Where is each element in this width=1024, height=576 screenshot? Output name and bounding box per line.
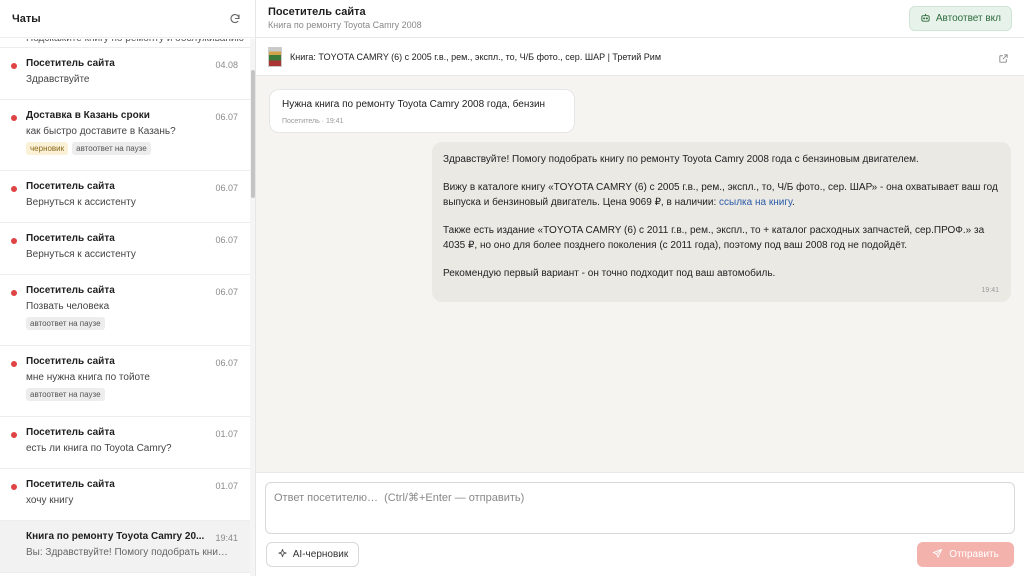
chat-item-name: Посетитель сайта	[26, 181, 115, 192]
chat-list-item[interactable]: Посетитель сайта 06.07 Вернуться к ассис…	[0, 223, 250, 275]
chat-list-item[interactable]: Посетитель сайта 04.08 Здравствуйте	[0, 48, 250, 100]
unread-dot	[11, 484, 17, 490]
assistant-message-time: 19:41	[981, 287, 999, 294]
unread-dot	[11, 63, 17, 69]
chat-item-date: 06.07	[215, 112, 238, 122]
reply-input[interactable]	[265, 482, 1015, 534]
chat-item-preview: мне нужна книга по тойоте	[26, 372, 150, 383]
unread-dot	[11, 238, 17, 244]
product-title: Книга: TOYOTA CAMRY (6) с 2005 г.в., рем…	[290, 51, 662, 62]
visitor-message-meta: Посетитель · 19:41	[282, 118, 344, 125]
chat-item-preview: есть ли книга по Toyota Camry?	[26, 443, 172, 454]
chat-item-name: Посетитель сайта	[26, 285, 115, 296]
chat-item-name: Посетитель сайта	[26, 479, 115, 490]
chat-item-date: 01.07	[215, 481, 238, 491]
sparkle-icon	[277, 548, 288, 562]
chat-item-date: 06.07	[215, 183, 238, 193]
autoreply-paused-badge: автоответ на паузе	[26, 317, 105, 330]
chat-item-preview: как быстро доставите в Казань?	[26, 126, 176, 137]
sidebar-scroll-thumb[interactable]	[251, 70, 255, 198]
robot-icon	[920, 12, 931, 26]
autoreply-label: Автоответ вкл	[935, 13, 1001, 24]
product-bar[interactable]: Книга: TOYOTA CAMRY (6) с 2005 г.в., рем…	[256, 38, 1024, 76]
chat-item-name: Посетитель сайта	[26, 427, 115, 438]
assistant-paragraph-4: Рекомендую первый вариант - он точно под…	[443, 268, 776, 279]
chat-item-date: 06.07	[215, 287, 238, 297]
chat-item-name: Посетитель сайта	[26, 233, 115, 244]
chat-list-item[interactable]: Посетитель сайта 06.07 мне нужна книга п…	[0, 346, 250, 417]
chat-item-date: 04.08	[215, 60, 238, 70]
composer: AI-черновик Отправить	[256, 472, 1024, 576]
unread-dot	[11, 115, 17, 121]
chat-item-preview: хочу книгу	[26, 495, 74, 506]
list-item-partial[interactable]: Подскажите книгу по ремонту и обслуживан…	[0, 39, 250, 48]
send-label: Отправить	[949, 549, 999, 560]
sidebar-header: Чаты	[0, 0, 255, 38]
chat-list-item[interactable]: Посетитель сайта 06.07 Позвать человека …	[0, 275, 250, 346]
chat-list-item[interactable]: Посетитель сайта 06.07 Вернуться к ассис…	[0, 171, 250, 223]
chat-list-item[interactable]: Посетитель сайта 01.07 хочу книгу	[0, 469, 250, 521]
chat-item-preview: Вы: Здравствуйте! Помогу подобрать книгу…	[26, 547, 231, 558]
visitor-message-text: Нужна книга по ремонту Toyota Camry 2008…	[282, 99, 546, 110]
message-thread: Нужна книга по ремонту Toyota Camry 2008…	[256, 76, 1024, 472]
assistant-paragraph-2: Вижу в каталоге книгу «TOYOTA CAMRY (6) …	[443, 180, 999, 210]
assistant-paragraph-2-end: .	[791, 197, 795, 208]
unread-dot	[11, 361, 17, 367]
chat-item-preview: Здравствуйте	[26, 74, 90, 85]
external-link-icon[interactable]	[998, 51, 1010, 63]
autoreply-toggle-button[interactable]: Автоответ вкл	[908, 6, 1012, 31]
unread-dot	[11, 290, 17, 296]
send-button[interactable]: Отправить	[917, 542, 1014, 567]
assistant-message: Здравствуйте! Помогу подобрать книгу по …	[432, 142, 1011, 302]
unread-dot	[11, 186, 17, 192]
chat-item-preview: Вернуться к ассистенту	[26, 249, 136, 260]
chat-item-date: 01.07	[215, 429, 238, 439]
chat-item-date: 19:41	[215, 533, 238, 543]
sidebar-title: Чаты	[12, 12, 41, 25]
draft-badge: черновик	[26, 142, 69, 155]
chat-list-item[interactable]: Доставка в Казань сроки 06.07 как быстро…	[0, 100, 250, 171]
ai-draft-button[interactable]: AI-черновик	[266, 542, 359, 567]
autoreply-paused-badge: автоответ на паузе	[72, 142, 151, 155]
chat-item-preview: Позвать человека	[26, 301, 110, 312]
chat-sidebar: Чаты Подскажите книгу по ремонту и обслу…	[0, 0, 256, 576]
ai-draft-label: AI-черновик	[292, 549, 349, 560]
chat-list: Подскажите книгу по ремонту и обслуживан…	[0, 39, 250, 576]
assistant-paragraph-3: Также есть издание «TOYOTA CAMRY (6) с 2…	[443, 225, 985, 251]
send-icon	[932, 548, 943, 562]
chat-header: Посетитель сайта Книга по ремонту Toyota…	[256, 0, 1024, 38]
chat-item-name: Книга по ремонту Toyota Camry 20...	[26, 531, 205, 542]
chat-item-preview: Вернуться к ассистенту	[26, 197, 136, 208]
refresh-icon[interactable]	[227, 11, 243, 27]
chat-item-tags: автоответ на паузе	[26, 317, 240, 330]
chat-item-date: 06.07	[215, 235, 238, 245]
chat-list-item[interactable]: Посетитель сайта 01.07 есть ли книга по …	[0, 417, 250, 469]
chat-main: Посетитель сайта Книга по ремонту Toyota…	[256, 0, 1024, 576]
chat-item-name: Посетитель сайта	[26, 58, 115, 69]
chat-item-name: Посетитель сайта	[26, 356, 115, 367]
autoreply-paused-badge: автоответ на паузе	[26, 388, 105, 401]
chat-subtitle: Книга по ремонту Toyota Camry 2008	[268, 20, 422, 30]
chat-list-item-active[interactable]: Книга по ремонту Toyota Camry 20... 19:4…	[0, 521, 250, 573]
chat-item-date: 06.07	[215, 358, 238, 368]
visitor-message: Нужна книга по ремонту Toyota Camry 2008…	[269, 89, 575, 133]
chat-item-tags: автоответ на паузе	[26, 388, 240, 401]
assistant-paragraph-1: Здравствуйте! Помогу подобрать книгу по …	[443, 154, 919, 165]
book-thumbnail	[268, 46, 282, 67]
book-link[interactable]: ссылка на книгу	[719, 197, 792, 208]
unread-dot	[11, 432, 17, 438]
chat-title: Посетитель сайта	[268, 6, 366, 18]
chat-item-tags: черновик автоответ на паузе	[26, 142, 240, 155]
chat-item-name: Доставка в Казань сроки	[26, 110, 150, 121]
